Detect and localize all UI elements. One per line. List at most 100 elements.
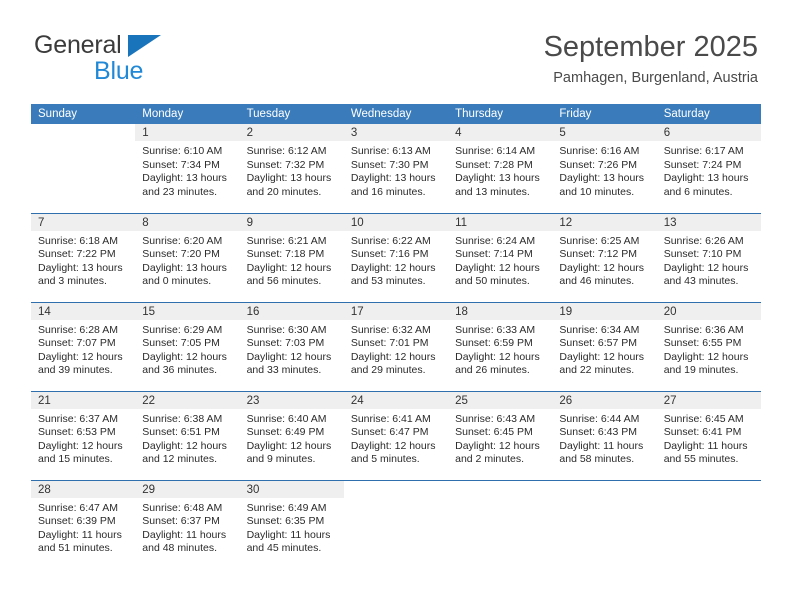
sunrise-text: Sunrise: 6:10 AM: [142, 145, 223, 157]
day-cell-details: [31, 141, 135, 145]
day-number: 23: [239, 391, 344, 409]
day-number: [657, 481, 761, 498]
day-number: [344, 481, 448, 498]
calendar-week-row: 14 Sunrise: 6:28 AM Sunset: 7:07 PM Dayligh…: [31, 301, 761, 391]
day-number: 6: [656, 124, 761, 141]
sunrise-text: Sunrise: 6:12 AM: [246, 145, 327, 157]
daylight-text-line1: Daylight: 12 hours: [38, 350, 123, 363]
day-cell-details: Sunrise: 6:26 AM Sunset: 7:10 PM Daylight:…: [657, 231, 761, 289]
day-cell-inner: 25 Sunrise: 6:43 AM Sunset: 6:45 PM Dayligh…: [448, 391, 553, 480]
calendar-day-cell[interactable]: 25 Sunrise: 6:43 AM Sunset: 6:45 PM Dayligh…: [448, 390, 553, 480]
day-cell-inner: 14 Sunrise: 6:28 AM Sunset: 7:07 PM Dayligh…: [31, 302, 136, 391]
sunrise-text: Sunrise: 6:26 AM: [663, 234, 744, 247]
calendar-day-cell[interactable]: 12 Sunrise: 6:25 AM Sunset: 7:12 PM Dayligh…: [552, 212, 657, 302]
calendar-day-cell[interactable]: 13 Sunrise: 6:26 AM Sunset: 7:10 PM Dayligh…: [656, 212, 761, 302]
calendar-day-cell[interactable]: 7 Sunrise: 6:18 AM Sunset: 7:22 PM Daylight…: [31, 212, 136, 302]
day-cell-details: Sunrise: 6:41 AM Sunset: 6:47 PM Daylight:…: [344, 409, 448, 467]
day-number: 21: [31, 391, 136, 409]
sunrise-text: Sunrise: 6:40 AM: [246, 412, 327, 425]
calendar-day-cell[interactable]: 24 Sunrise: 6:41 AM Sunset: 6:47 PM Dayligh…: [343, 390, 449, 480]
day-cell-details: Sunrise: 6:14 AM Sunset: 7:28 PM Daylight:…: [448, 141, 552, 199]
calendar-day-cell[interactable]: 3 Sunrise: 6:13 AM Sunset: 7:30 PM Daylight…: [343, 124, 449, 213]
calendar-day-cell[interactable]: 11 Sunrise: 6:24 AM Sunset: 7:14 PM Dayligh…: [448, 212, 553, 302]
day-cell-details: [448, 498, 552, 502]
day-number: 17: [343, 302, 449, 320]
daylight-text-line1: Daylight: 13 hours: [663, 172, 749, 185]
calendar-day-cell[interactable]: 4 Sunrise: 6:14 AM Sunset: 7:28 PM Daylight…: [448, 124, 553, 213]
calendar-day-cell[interactable]: 27 Sunrise: 6:45 AM Sunset: 6:41 PM Dayligh…: [656, 390, 761, 480]
calendar-day-cell[interactable]: 8 Sunrise: 6:20 AM Sunset: 7:20 PM Daylight…: [135, 212, 240, 302]
daylight-text-line2: and 48 minutes.: [142, 542, 217, 555]
daylight-text-line1: Daylight: 12 hours: [246, 439, 332, 452]
calendar-day-cell[interactable]: 5 Sunrise: 6:16 AM Sunset: 7:26 PM Daylight…: [552, 124, 657, 213]
sunrise-text: Sunrise: 6:34 AM: [559, 323, 640, 336]
sunset-text: Sunset: 6:45 PM: [455, 426, 533, 439]
day-number: 7: [31, 213, 136, 231]
daylight-text-line1: Daylight: 12 hours: [246, 261, 332, 274]
day-cell-inner: 30 Sunrise: 6:49 AM Sunset: 6:35 PM Dayligh…: [239, 480, 344, 570]
calendar-day-cell[interactable]: 6 Sunrise: 6:17 AM Sunset: 7:24 PM Daylight…: [656, 124, 761, 213]
sunrise-text: Sunrise: 6:48 AM: [142, 501, 223, 514]
calendar-body: 1 Sunrise: 6:10 AM Sunset: 7:34 PM Daylight…: [31, 124, 761, 569]
day-cell-details: Sunrise: 6:22 AM Sunset: 7:16 PM Daylight:…: [344, 231, 448, 289]
calendar-day-cell[interactable]: 2 Sunrise: 6:12 AM Sunset: 7:32 PM Daylight…: [239, 124, 344, 213]
daylight-text-line2: and 0 minutes.: [142, 275, 212, 288]
weekday-header-sunday: Sunday: [31, 104, 136, 124]
calendar-day-cell[interactable]: 9 Sunrise: 6:21 AM Sunset: 7:18 PM Daylight…: [239, 212, 344, 302]
sunrise-text: Sunrise: 6:16 AM: [559, 145, 640, 157]
daylight-text-line2: and 58 minutes.: [559, 453, 635, 466]
day-cell-details: Sunrise: 6:32 AM Sunset: 7:01 PM Daylight:…: [344, 320, 448, 378]
day-cell-details: Sunrise: 6:25 AM Sunset: 7:12 PM Daylight:…: [552, 231, 656, 289]
day-cell-details: Sunrise: 6:10 AM Sunset: 7:34 PM Daylight:…: [135, 141, 239, 199]
calendar-day-cell[interactable]: 30 Sunrise: 6:49 AM Sunset: 6:35 PM Dayligh…: [239, 479, 344, 570]
calendar-day-cell[interactable]: 28 Sunrise: 6:47 AM Sunset: 6:39 PM Dayligh…: [31, 479, 136, 570]
calendar-day-cell[interactable]: 17 Sunrise: 6:32 AM Sunset: 7:01 PM Dayligh…: [343, 301, 449, 391]
calendar-day-cell[interactable]: 20 Sunrise: 6:36 AM Sunset: 6:55 PM Dayligh…: [656, 301, 761, 391]
daylight-text-line1: Daylight: 12 hours: [142, 350, 227, 363]
calendar-day-cell-empty: [552, 479, 657, 569]
calendar-day-cell[interactable]: 26 Sunrise: 6:44 AM Sunset: 6:43 PM Dayligh…: [552, 390, 657, 480]
sunset-text: Sunset: 7:05 PM: [142, 337, 220, 350]
daylight-text-line2: and 15 minutes.: [38, 453, 113, 466]
logo-text-general: General: [34, 31, 122, 59]
day-cell-inner: 24 Sunrise: 6:41 AM Sunset: 6:47 PM Dayligh…: [343, 391, 449, 480]
calendar-day-cell[interactable]: 19 Sunrise: 6:34 AM Sunset: 6:57 PM Dayligh…: [552, 301, 657, 391]
day-cell-details: Sunrise: 6:44 AM Sunset: 6:43 PM Daylight:…: [552, 409, 656, 467]
calendar-day-cell[interactable]: 15 Sunrise: 6:29 AM Sunset: 7:05 PM Dayligh…: [135, 301, 240, 391]
day-number: 27: [656, 391, 761, 409]
sunset-text: Sunset: 7:12 PM: [559, 248, 638, 261]
day-cell-details: [344, 498, 448, 502]
day-number: 4: [448, 124, 553, 141]
calendar-day-cell[interactable]: 10 Sunrise: 6:22 AM Sunset: 7:16 PM Dayligh…: [343, 212, 449, 302]
day-cell-inner: 11 Sunrise: 6:24 AM Sunset: 7:14 PM Dayligh…: [448, 213, 553, 302]
day-cell-inner: 7 Sunrise: 6:18 AM Sunset: 7:22 PM Daylight…: [31, 213, 136, 302]
sunrise-text: Sunrise: 6:13 AM: [350, 145, 431, 157]
calendar-day-cell[interactable]: 21 Sunrise: 6:37 AM Sunset: 6:53 PM Dayligh…: [31, 390, 136, 480]
daylight-text-line1: Daylight: 12 hours: [455, 350, 540, 363]
calendar-day-cell[interactable]: 29 Sunrise: 6:48 AM Sunset: 6:37 PM Dayligh…: [135, 479, 240, 569]
day-cell-inner: 28 Sunrise: 6:47 AM Sunset: 6:39 PM Dayligh…: [31, 480, 136, 570]
day-cell-inner: 27 Sunrise: 6:45 AM Sunset: 6:41 PM Dayligh…: [656, 391, 761, 480]
sunset-text: Sunset: 6:51 PM: [142, 426, 220, 439]
calendar-week-row: 1 Sunrise: 6:10 AM Sunset: 7:34 PM Daylight…: [31, 124, 761, 213]
general-blue-logo[interactable]: General Blue: [34, 32, 214, 84]
sunrise-text: Sunrise: 6:18 AM: [38, 234, 118, 247]
calendar-day-cell[interactable]: 16 Sunrise: 6:30 AM Sunset: 7:03 PM Dayligh…: [239, 301, 344, 391]
calendar-day-cell[interactable]: 23 Sunrise: 6:40 AM Sunset: 6:49 PM Dayligh…: [239, 390, 344, 480]
calendar-day-cell[interactable]: 22 Sunrise: 6:38 AM Sunset: 6:51 PM Dayligh…: [135, 390, 240, 480]
daylight-text-line2: and 55 minutes.: [663, 453, 739, 466]
day-number: 20: [656, 302, 761, 320]
calendar-table: Sunday Monday Tuesday Wednesday Thursday…: [31, 104, 761, 569]
calendar-day-cell[interactable]: 14 Sunrise: 6:28 AM Sunset: 7:07 PM Dayligh…: [31, 301, 136, 391]
day-number: 28: [31, 480, 136, 498]
calendar-day-cell[interactable]: 18 Sunrise: 6:33 AM Sunset: 6:59 PM Dayligh…: [448, 301, 553, 391]
sunset-text: Sunset: 6:43 PM: [559, 426, 638, 439]
sunset-text: Sunset: 7:16 PM: [350, 248, 429, 261]
title-block: September 2025 Pamhagen, Burgenland, Aus…: [544, 30, 758, 88]
daylight-text-line2: and 33 minutes.: [246, 364, 322, 377]
calendar-day-cell[interactable]: 1 Sunrise: 6:10 AM Sunset: 7:34 PM Daylight…: [135, 124, 240, 213]
weekday-header-thursday: Thursday: [448, 104, 553, 124]
day-cell-details: Sunrise: 6:34 AM Sunset: 6:57 PM Daylight:…: [552, 320, 656, 378]
sunset-text: Sunset: 6:39 PM: [38, 515, 116, 528]
daylight-text-line2: and 39 minutes.: [38, 364, 113, 377]
